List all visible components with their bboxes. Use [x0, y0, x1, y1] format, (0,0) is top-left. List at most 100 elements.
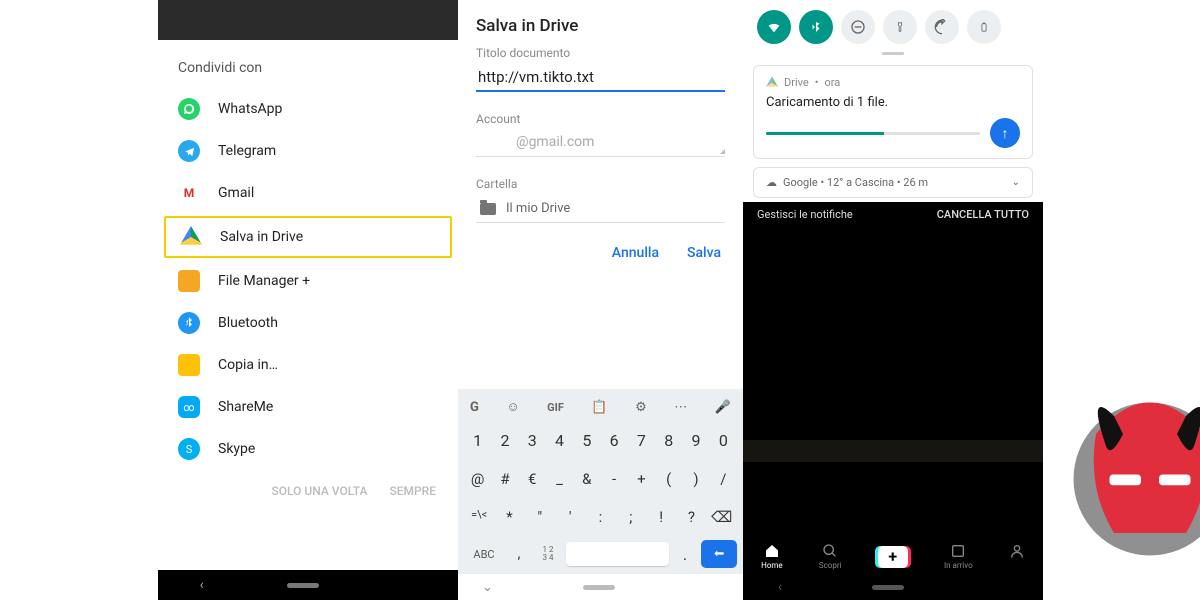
share-always-button[interactable]: SEMPRE [389, 484, 436, 498]
wifi-toggle[interactable] [757, 10, 791, 44]
keyboard-row-3: =\< * " ' : ; ! ? ⌫ [462, 498, 739, 536]
bluetooth-toggle[interactable] [799, 10, 833, 44]
tiktok-discover-tab[interactable]: Scopri [819, 543, 842, 570]
nav-back-icon[interactable]: ‹ [200, 577, 204, 593]
key[interactable]: * [494, 500, 524, 534]
share-item-shareme[interactable]: ∞ ShareMe [158, 386, 458, 428]
tiktok-tab-label: Scopri [819, 561, 842, 570]
nav-bar: ‹ [158, 570, 458, 600]
manage-notifications-button[interactable]: Gestisci le notifiche [757, 208, 853, 221]
gif-button[interactable]: GIF [547, 401, 564, 414]
tiktok-tab-label: Home [761, 561, 783, 570]
key[interactable]: ; [616, 500, 646, 534]
share-item-copy[interactable]: Copia in… [158, 344, 458, 386]
share-item-label: ShareMe [218, 399, 273, 415]
skype-icon: S [178, 438, 200, 460]
tiktok-create-button[interactable]: + [878, 546, 908, 568]
enter-key[interactable] [701, 540, 737, 568]
folder-selector[interactable]: Il mio Drive [476, 195, 725, 223]
tiktok-home-tab[interactable]: Home [761, 543, 783, 570]
comma-key[interactable]: , [508, 538, 530, 570]
drive-upload-notification[interactable]: Drive • ora Caricamento di 1 file. ↑ [753, 65, 1033, 159]
key[interactable]: ' [555, 500, 585, 534]
doc-title-input[interactable] [476, 64, 725, 92]
share-once-button[interactable]: SOLO UNA VOLTA [271, 484, 367, 498]
key[interactable]: 8 [655, 423, 682, 458]
share-item-gmail[interactable]: M Gmail [158, 172, 458, 214]
share-item-whatsapp[interactable]: WhatsApp [158, 88, 458, 130]
battery-toggle[interactable] [967, 10, 1001, 44]
backspace-key[interactable]: ⌫ [707, 500, 737, 534]
key[interactable]: 0 [710, 423, 737, 458]
save-button[interactable]: Salva [687, 245, 721, 261]
key[interactable]: : [585, 500, 615, 534]
nav-home-pill[interactable] [872, 585, 904, 590]
rotation-toggle[interactable] [925, 10, 959, 44]
key[interactable]: 5 [573, 423, 600, 458]
share-item-drive[interactable]: Salva in Drive [164, 216, 452, 258]
key[interactable]: ? [676, 500, 706, 534]
google-icon[interactable]: G [470, 400, 479, 415]
share-item-telegram[interactable]: Telegram [158, 130, 458, 172]
tiktok-tab-label [1016, 561, 1018, 570]
key[interactable]: =\< [464, 500, 494, 534]
tiktok-inbox-tab[interactable]: In arrivo [944, 543, 973, 570]
file-manager-icon [178, 270, 200, 292]
key[interactable]: / [710, 462, 737, 496]
key[interactable]: 2 [491, 423, 518, 458]
nav-home-pill[interactable] [583, 585, 615, 590]
telegram-icon [178, 140, 200, 162]
share-item-label: Telegram [218, 143, 276, 159]
nav-back-icon[interactable]: ‹ [778, 579, 782, 595]
shade-handle[interactable] [882, 52, 904, 55]
key[interactable]: ) [682, 462, 709, 496]
mic-icon[interactable]: 🎤 [715, 400, 731, 415]
weather-notification[interactable]: ☁ Google • 12° a Cascina • 26 m ⌄ [753, 167, 1033, 198]
key[interactable]: ( [655, 462, 682, 496]
share-item-file-manager[interactable]: File Manager + [158, 260, 458, 302]
key[interactable]: 1 [464, 423, 491, 458]
clear-all-button[interactable]: CANCELLA TUTTO [937, 208, 1029, 221]
share-item-bluetooth[interactable]: Bluetooth [158, 302, 458, 344]
notif-app-name: Drive [784, 76, 809, 89]
key[interactable]: 9 [682, 423, 709, 458]
key[interactable]: ! [646, 500, 676, 534]
account-selector[interactable]: @gmail.com [476, 130, 725, 157]
period-key[interactable]: . [673, 545, 697, 564]
key[interactable]: & [573, 462, 600, 496]
key[interactable]: 4 [546, 423, 573, 458]
key[interactable]: 7 [628, 423, 655, 458]
key[interactable]: + [628, 462, 655, 496]
copy-icon [178, 354, 200, 376]
dnd-toggle[interactable] [841, 10, 875, 44]
key[interactable]: # [491, 462, 518, 496]
share-item-label: Bluetooth [218, 315, 278, 331]
numeric-key[interactable]: 1 23 4 [534, 546, 562, 562]
keyboard-row-2: @ # € _ & - + ( ) / [462, 460, 739, 498]
spacebar-key[interactable] [566, 542, 669, 566]
more-icon[interactable]: ⋯ [674, 400, 687, 415]
tiktok-profile-tab[interactable] [1009, 543, 1025, 570]
upload-icon[interactable]: ↑ [990, 118, 1020, 148]
key[interactable]: 6 [600, 423, 627, 458]
notification-shade-screen: Drive • ora Caricamento di 1 file. ↑ ☁ G… [743, 0, 1043, 600]
notif-time: ora [824, 76, 840, 89]
settings-icon[interactable]: ⚙ [635, 400, 647, 415]
sticker-icon[interactable]: ☺ [506, 399, 519, 415]
flashlight-toggle[interactable] [883, 10, 917, 44]
share-item-skype[interactable]: S Skype [158, 428, 458, 470]
save-to-drive-screen: Salva in Drive Titolo documento Account … [458, 0, 743, 600]
key[interactable]: 3 [519, 423, 546, 458]
share-item-label: File Manager + [218, 273, 310, 289]
nav-hide-keyboard-icon[interactable]: ⌄ [482, 580, 493, 595]
cancel-button[interactable]: Annulla [612, 245, 659, 261]
nav-home-pill[interactable] [287, 583, 319, 588]
blur-overlay [743, 440, 1043, 462]
key[interactable]: _ [546, 462, 573, 496]
key[interactable]: @ [464, 462, 491, 496]
clipboard-icon[interactable]: 📋 [591, 400, 607, 415]
key[interactable]: " [525, 500, 555, 534]
key[interactable]: € [519, 462, 546, 496]
key[interactable]: - [600, 462, 627, 496]
abc-key[interactable]: ABC [464, 548, 504, 561]
